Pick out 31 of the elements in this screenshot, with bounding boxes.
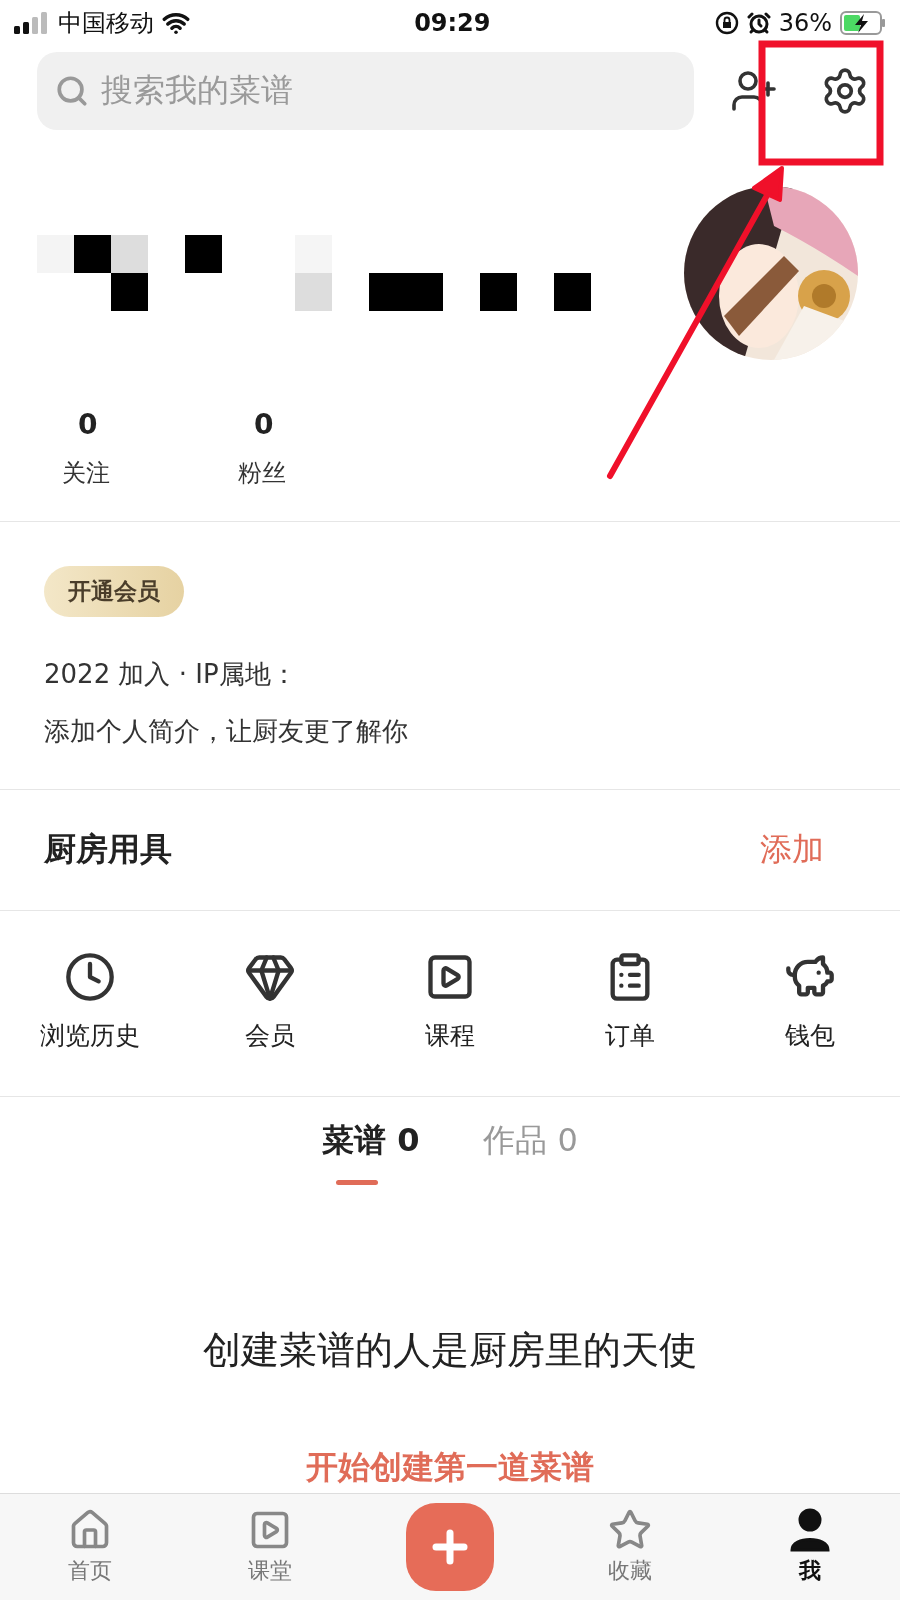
shortcut-item[interactable]: 订单 [540, 951, 720, 1052]
shortcut-item[interactable]: 课程 [360, 951, 540, 1052]
empty-message: 创建菜谱的人是厨房里的天使 [203, 1327, 697, 1374]
stat-count: 0 [77, 408, 98, 441]
alarm-icon [746, 11, 771, 35]
battery-percent: 36% [778, 9, 832, 37]
create-button[interactable] [406, 1503, 494, 1591]
rotation-lock-icon [714, 11, 739, 35]
shortcut-item[interactable]: 钱包 [720, 951, 900, 1052]
nav-tab[interactable]: 课堂 [180, 1508, 360, 1586]
nav-tab[interactable]: 收藏 [540, 1508, 720, 1586]
signal-icon [14, 12, 50, 34]
join-info: 2022 加入 · IP属地： [44, 658, 297, 691]
bio-text[interactable]: 添加个人简介，让厨友更了解你 [44, 714, 408, 749]
shortcut-item[interactable]: 会员 [180, 951, 360, 1052]
search-icon [55, 74, 89, 108]
carrier-name: 中国移动 [58, 8, 154, 39]
battery-icon [840, 11, 886, 35]
stat-label[interactable]: 粉丝 [220, 457, 286, 489]
search-placeholder: 搜索我的菜谱 [101, 70, 293, 111]
stat-label[interactable]: 关注 [44, 457, 110, 489]
nav-tab[interactable]: 我 [720, 1508, 900, 1586]
section-title: 厨房用具 [44, 829, 172, 870]
nav-tab[interactable]: 首页 [0, 1508, 180, 1586]
shortcut-item[interactable]: 浏览历史 [0, 951, 180, 1052]
clock-icon [64, 951, 116, 1003]
clock-time: 09:29 [414, 9, 491, 37]
content-tab[interactable]: 菜谱 0 [322, 1119, 420, 1185]
person-icon [789, 1508, 831, 1552]
stat-count: 0 [253, 408, 274, 441]
member-badge[interactable]: 开通会员 [44, 566, 184, 617]
